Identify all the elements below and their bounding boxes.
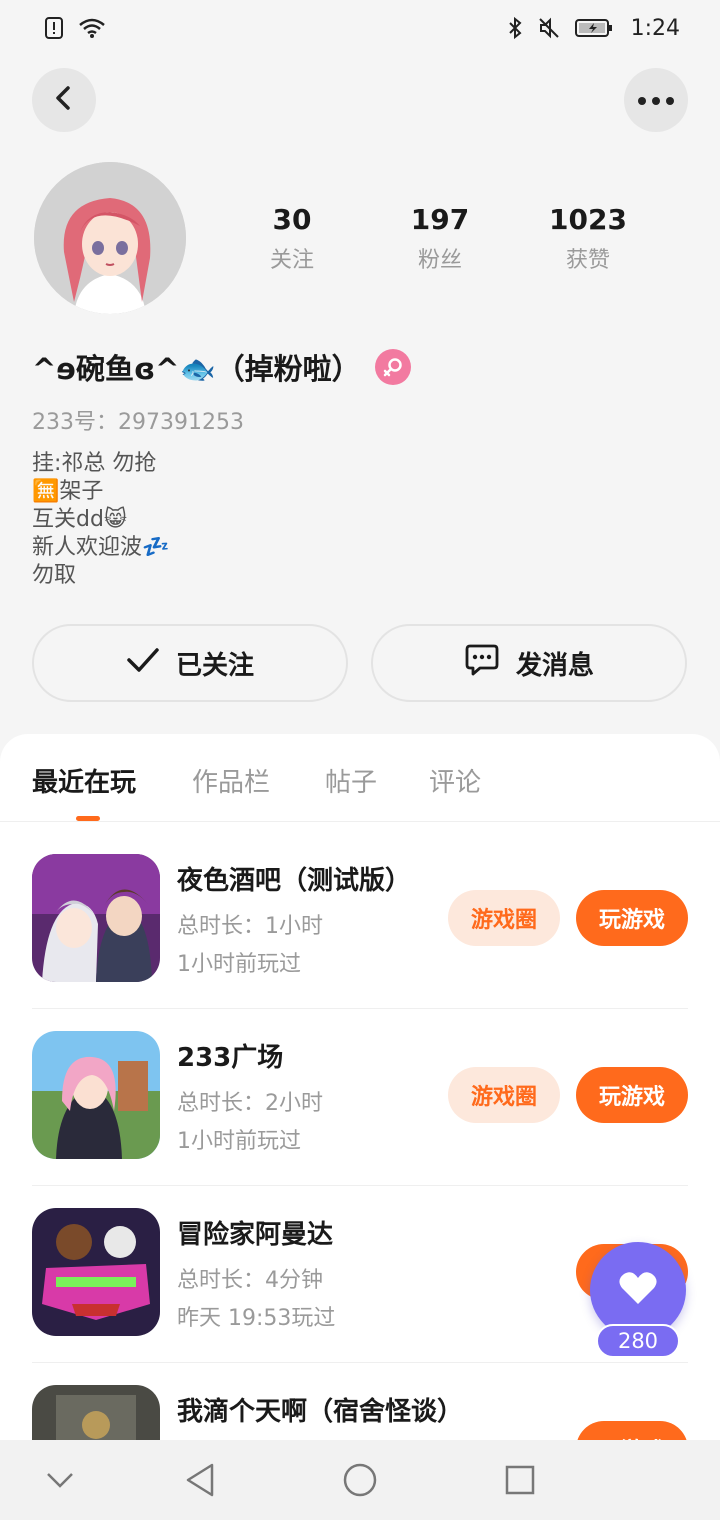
content-panel: 最近在玩 作品栏 帖子 评论 夜色酒吧（测试版） 总时长：1小时 1小时前玩过 …	[0, 734, 720, 1520]
battery-icon	[574, 18, 613, 38]
stat-label: 关注	[269, 248, 314, 273]
tab-bar: 最近在玩 作品栏 帖子 评论	[0, 734, 720, 822]
stat-value: 30	[272, 203, 312, 236]
chevron-left-icon	[52, 84, 76, 116]
followed-button[interactable]: 已关注	[32, 624, 348, 702]
recents-square-icon[interactable]	[498, 1458, 542, 1502]
active-tab-indicator	[76, 816, 100, 821]
game-last-played: 1小时前玩过	[177, 952, 301, 977]
like-count: 280	[596, 1324, 680, 1358]
game-item[interactable]: 夜色酒吧（测试版） 总时长：1小时 1小时前玩过 游戏圈 玩游戏	[32, 832, 688, 1009]
bio-line: 🈚架子	[32, 479, 104, 504]
username: ^ɘ碗鱼ɞ^🐟（掉粉啦）	[32, 352, 361, 386]
message-label: 发消息	[515, 650, 594, 681]
profile-stats: 30 关注 197 粉丝 1023 获赞	[218, 200, 662, 274]
game-duration: 总时长：2小时	[177, 1091, 323, 1116]
more-button[interactable]	[624, 68, 688, 132]
game-title: 冒险家阿曼达	[177, 1220, 334, 1250]
bio-line: 新人欢迎波💤	[32, 535, 170, 560]
tab-works[interactable]: 作品栏	[192, 762, 270, 799]
stat-following[interactable]: 30 关注	[218, 200, 366, 274]
status-bar: 1:24	[0, 0, 720, 56]
message-button[interactable]: 发消息	[371, 624, 687, 702]
stat-label: 获赞	[565, 248, 610, 273]
bio-line: 挂:祁总 勿抢	[32, 451, 157, 476]
bluetooth-icon	[507, 16, 523, 40]
game-item[interactable]: 233广场 总时长：2小时 1小时前玩过 游戏圈 玩游戏	[32, 1009, 688, 1186]
game-last-played: 昨天 19:53玩过	[177, 1306, 336, 1331]
play-game-button[interactable]: 玩游戏	[576, 890, 688, 946]
wifi-icon	[78, 17, 106, 39]
heart-icon	[618, 1270, 658, 1310]
stat-value: 1023	[549, 203, 627, 236]
stat-label: 粉丝	[417, 248, 462, 273]
stat-likes[interactable]: 1023 获赞	[514, 200, 662, 274]
back-button[interactable]	[32, 68, 96, 132]
username-row: ^ɘ碗鱼ɞ^🐟（掉粉啦）	[32, 346, 411, 388]
game-duration: 总时长：4分钟	[177, 1268, 323, 1293]
game-duration: 总时长：1小时	[177, 914, 323, 939]
avatar[interactable]	[34, 162, 186, 314]
system-navigation-bar	[0, 1440, 720, 1520]
chevron-down-icon[interactable]	[38, 1458, 82, 1502]
game-title: 夜色酒吧（测试版）	[177, 866, 412, 896]
bio-line: 勿取	[32, 563, 77, 588]
tab-posts[interactable]: 帖子	[325, 762, 377, 799]
mute-icon	[537, 16, 561, 40]
home-circle-icon[interactable]	[338, 1458, 382, 1502]
game-thumbnail	[32, 1208, 160, 1336]
game-title: 我滴个天啊（宿舍怪谈）	[177, 1397, 464, 1427]
bio-line: 互关dd😸	[32, 507, 127, 532]
game-last-played: 1小时前玩过	[177, 1129, 301, 1154]
back-triangle-icon[interactable]	[178, 1458, 222, 1502]
stat-followers[interactable]: 197 粉丝	[366, 200, 514, 274]
checkmark-icon	[126, 646, 160, 681]
status-time: 1:24	[630, 15, 680, 41]
bio: 挂:祁总 勿抢 🈚架子 互关dd😸 新人欢迎波💤 勿取	[32, 450, 169, 590]
female-gender-icon	[374, 349, 411, 385]
user-id: 233号：297391253	[32, 410, 244, 435]
followed-label: 已关注	[175, 650, 254, 681]
play-game-button[interactable]: 玩游戏	[576, 1067, 688, 1123]
game-thumbnail	[32, 854, 160, 982]
game-circle-button[interactable]: 游戏圈	[448, 890, 560, 946]
stat-value: 197	[410, 203, 470, 236]
tab-comments[interactable]: 评论	[429, 762, 481, 799]
game-title: 233广场	[177, 1043, 284, 1073]
more-dots-icon	[636, 91, 676, 110]
chat-bubble-icon	[464, 643, 500, 684]
game-item[interactable]: 冒险家阿曼达 总时长：4分钟 昨天 19:53玩过 玩游戏	[32, 1186, 688, 1363]
tab-recent-played[interactable]: 最近在玩	[32, 762, 136, 799]
game-circle-button[interactable]: 游戏圈	[448, 1067, 560, 1123]
game-thumbnail	[32, 1031, 160, 1159]
alert-sim-icon	[44, 16, 64, 40]
